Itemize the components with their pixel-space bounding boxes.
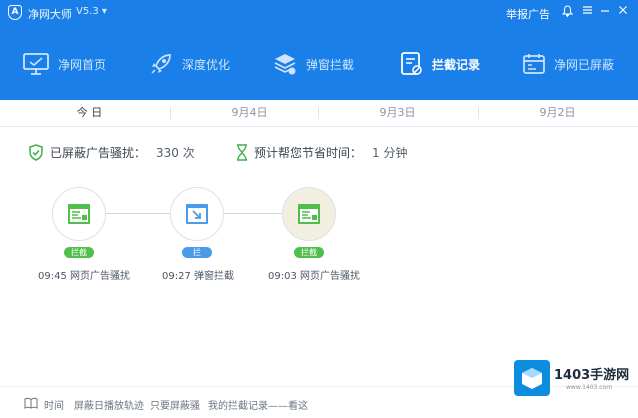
timeline-connector — [104, 213, 172, 214]
tab-sep4[interactable]: 9月4日 — [170, 100, 329, 126]
nav-item-popup-block[interactable]: 弹窗拦截 — [272, 48, 354, 80]
menu-icon[interactable] — [580, 5, 594, 19]
saved-label: 预计帮您节省时间： — [254, 146, 363, 160]
nav-label: 净网首页 — [58, 57, 107, 72]
nav-item-blocked[interactable]: 净网已屏蔽 — [522, 48, 614, 80]
footer-link[interactable]: 只要屏蔽骚 — [150, 397, 200, 412]
footer-time-link[interactable]: 时间 — [44, 397, 64, 412]
watermark: 1403手游网 www.1403.com — [510, 354, 638, 404]
footer-link[interactable]: 屏蔽日播放轨迹 — [74, 397, 144, 412]
date-tabs: 今 日 9月4日 9月3日 9月2日 — [0, 100, 638, 127]
nav-label: 弹窗拦截 — [306, 57, 355, 72]
nav-label: 净网已屏蔽 — [554, 57, 615, 72]
hourglass-icon — [237, 144, 247, 161]
blocked-stat: 已屏蔽广告骚扰： 330 次 — [28, 144, 195, 161]
bell-icon[interactable] — [560, 5, 574, 19]
minimize-icon[interactable] — [598, 5, 612, 19]
title-bar: A 净网大师 V5.3 ▾ 举报广告 — [0, 0, 638, 26]
tab-today[interactable]: 今 日 — [10, 100, 169, 126]
popup-block-icon — [186, 204, 208, 224]
shield-logo-icon: A — [8, 5, 22, 20]
watermark-logo-icon — [514, 360, 550, 396]
app-window: A 净网大师 V5.3 ▾ 举报广告 净网首页 深度优化 弹窗拦截 拦截记录 净… — [0, 0, 638, 418]
book-icon — [24, 397, 38, 409]
monitor-icon — [23, 53, 49, 75]
nav-item-block-records[interactable]: 拦截记录 — [400, 48, 480, 80]
version-dropdown[interactable]: V5.3 ▾ — [76, 6, 107, 17]
timeline-event-label: 09:45 网页广告骚扰 — [38, 271, 130, 282]
timeline-node[interactable] — [170, 187, 224, 241]
nav-label: 深度优化 — [182, 57, 231, 72]
blocked-label: 已屏蔽广告骚扰： — [50, 146, 147, 160]
status-badge: 拦 — [182, 247, 212, 258]
rocket-icon — [151, 54, 171, 74]
calendar-icon — [523, 54, 545, 74]
layers-icon — [274, 54, 296, 75]
timeline-node[interactable] — [282, 187, 336, 241]
header-bar: A 净网大师 V5.3 ▾ 举报广告 净网首页 深度优化 弹窗拦截 拦截记录 净… — [0, 0, 638, 100]
tab-sep2[interactable]: 9月2日 — [478, 100, 637, 126]
block-timeline: 拦截 09:45 网页广告骚扰 拦 09:27 弹窗拦截 拦截 09:03 网页… — [0, 185, 638, 295]
nav-item-optimize[interactable]: 深度优化 — [148, 48, 230, 80]
webpage-ad-icon — [298, 204, 320, 224]
close-icon[interactable] — [616, 5, 630, 19]
nav-label: 拦截记录 — [432, 57, 481, 72]
app-name: 净网大师 — [28, 8, 72, 21]
webpage-ad-icon — [68, 204, 90, 224]
saved-time-stat: 预计帮您节省时间： 1 分钟 — [236, 144, 407, 161]
summary-stats: 已屏蔽广告骚扰： 330 次 预计帮您节省时间： 1 分钟 — [0, 140, 638, 168]
status-badge: 拦截 — [64, 247, 94, 258]
nav-item-home[interactable]: 净网首页 — [22, 48, 106, 80]
timeline-connector — [222, 213, 284, 214]
tab-sep3[interactable]: 9月3日 — [318, 100, 477, 126]
record-icon — [401, 52, 422, 75]
timeline-node[interactable] — [52, 187, 106, 241]
footer-link[interactable]: 我的拦截记录——看这 — [208, 397, 308, 412]
timeline-event-label: 09:27 弹窗拦截 — [162, 271, 234, 282]
watermark-brand: 1403手游网 — [554, 368, 630, 383]
status-badge: 拦截 — [294, 247, 324, 258]
timeline-event-label: 09:03 网页广告骚扰 — [268, 271, 360, 282]
shield-check-icon — [29, 144, 43, 161]
main-nav: 净网首页 深度优化 弹窗拦截 拦截记录 净网已屏蔽 — [0, 40, 638, 88]
watermark-url: www.1403.com — [566, 384, 613, 391]
saved-value: 1 分钟 — [372, 146, 408, 160]
report-ad-link[interactable]: 举报广告 — [506, 6, 550, 22]
blocked-value: 330 次 — [156, 146, 195, 160]
